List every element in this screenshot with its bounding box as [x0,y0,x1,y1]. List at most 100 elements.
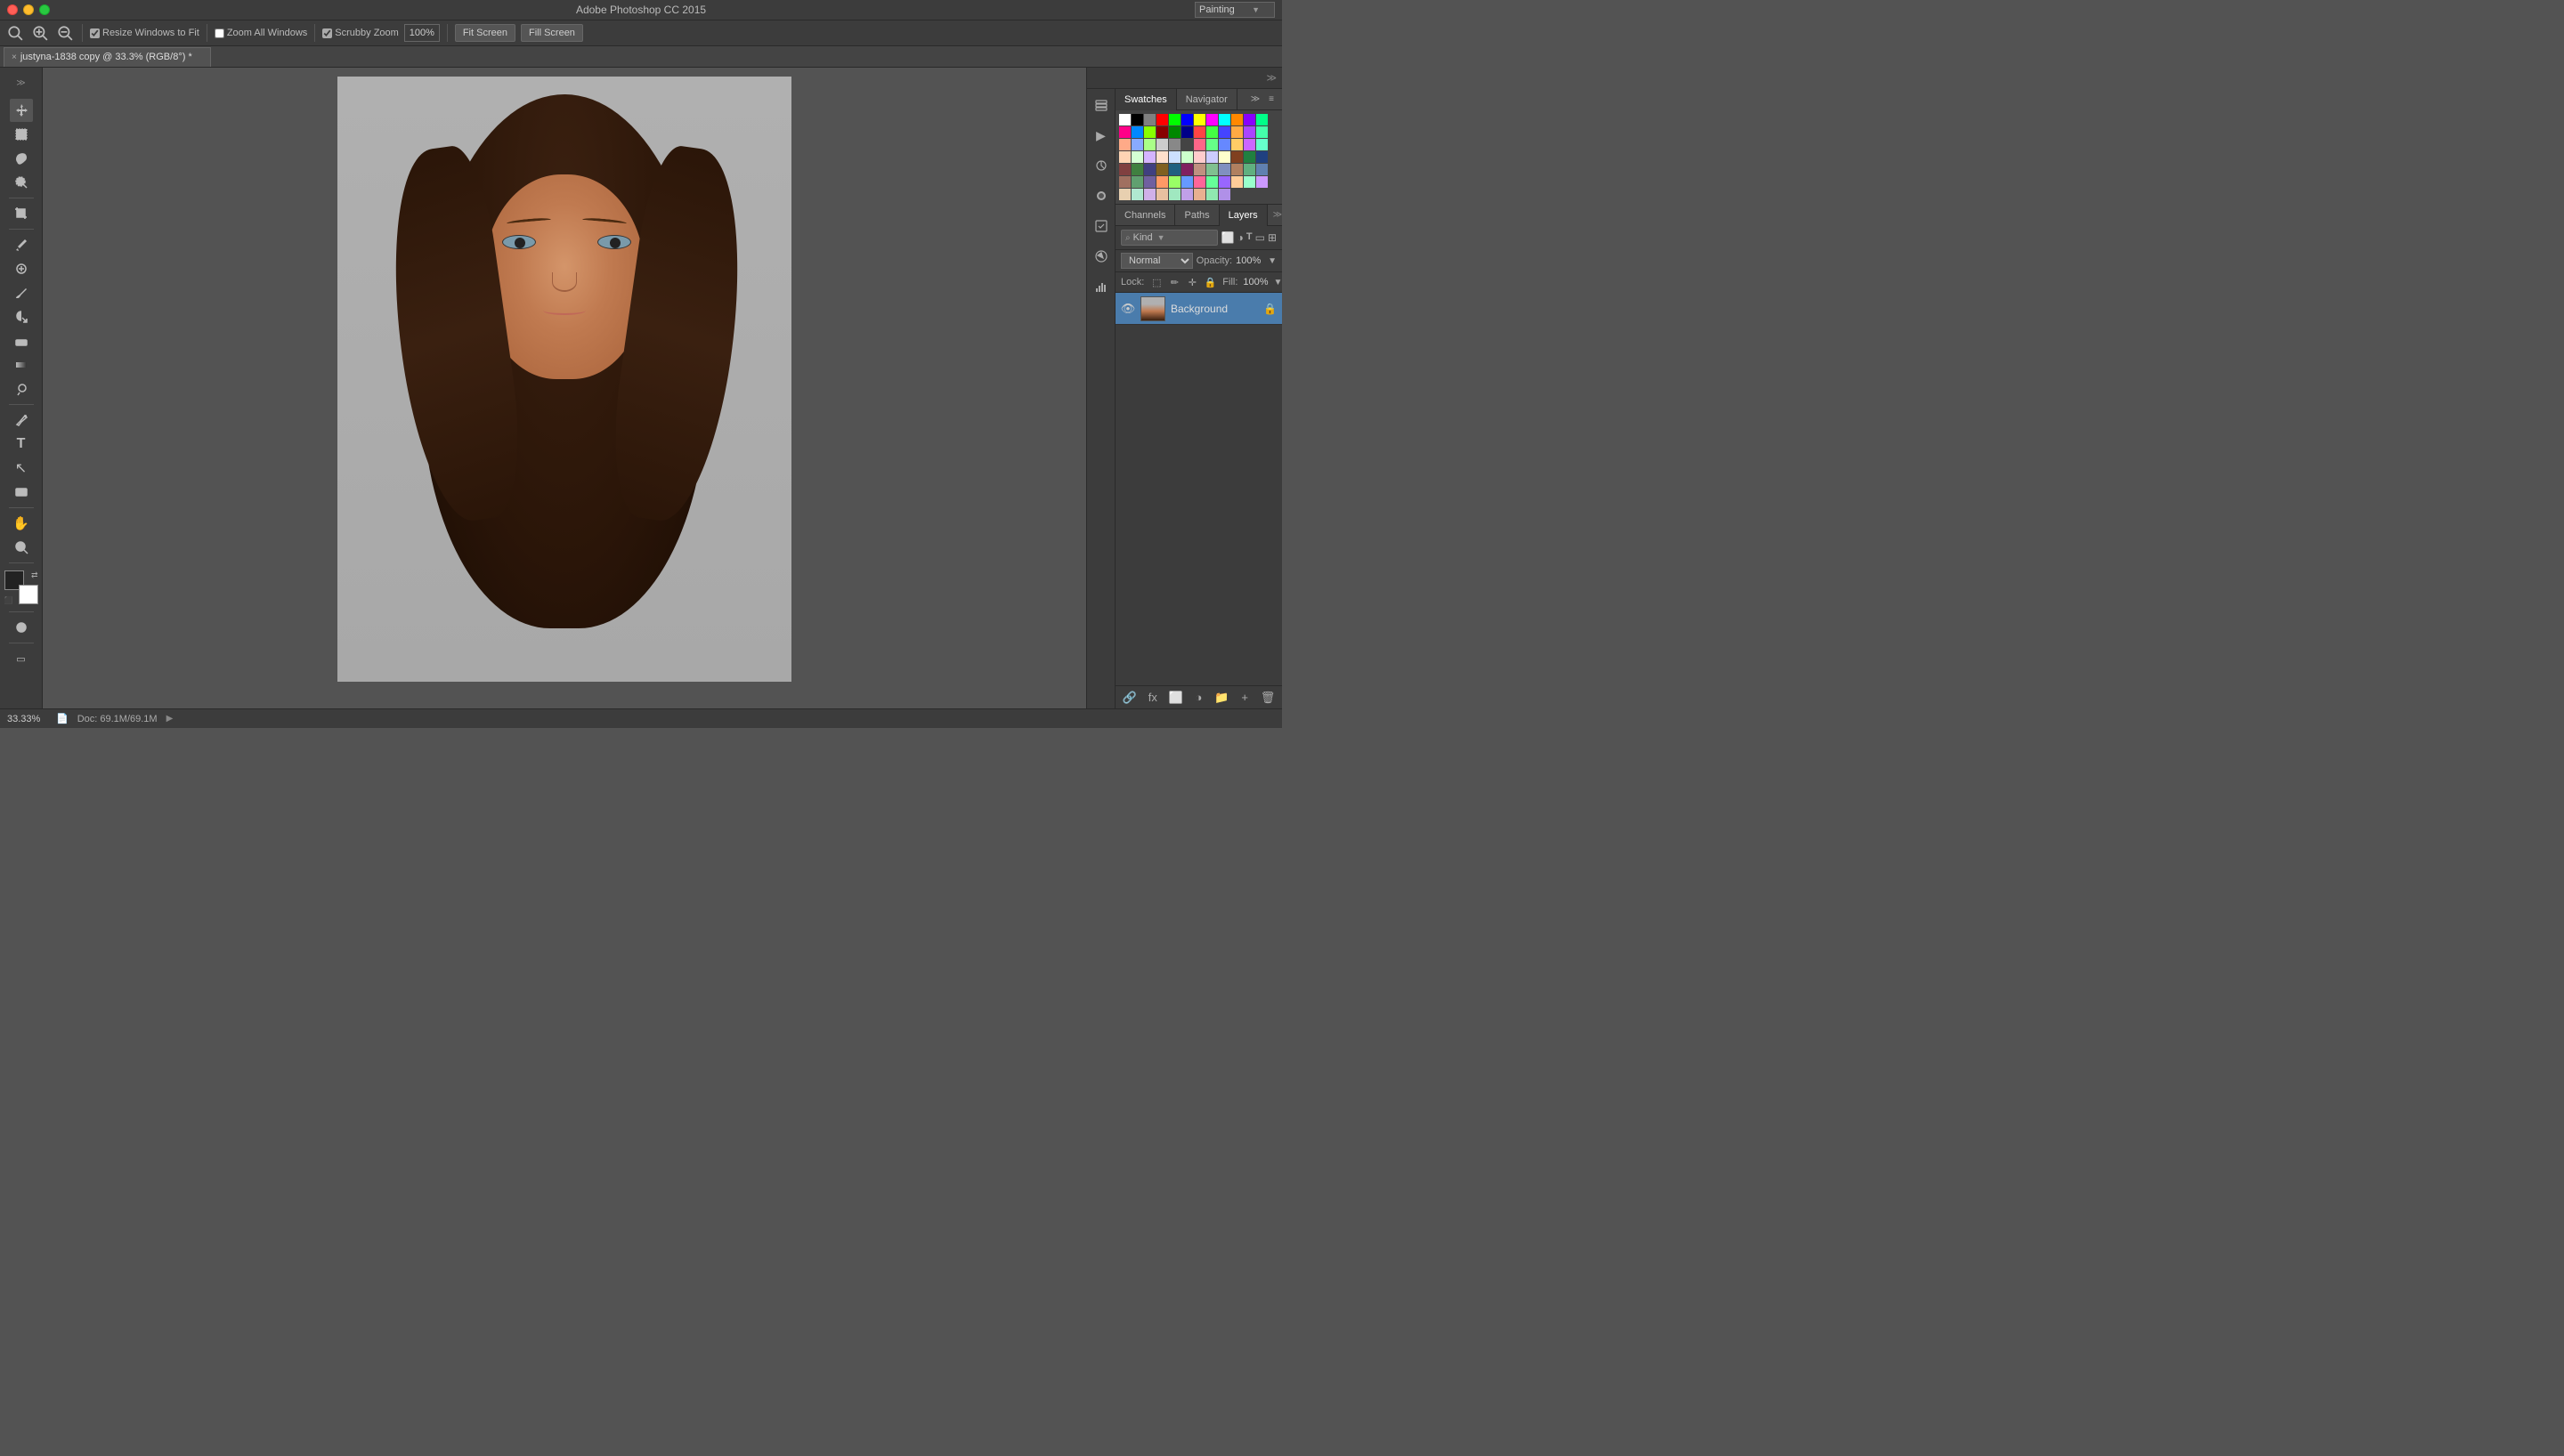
swatch[interactable] [1219,114,1230,125]
swatch[interactable] [1181,176,1193,188]
swatch[interactable] [1256,114,1268,125]
swatch[interactable] [1132,139,1143,150]
status-arrow-btn[interactable]: ▶ [166,714,174,724]
tool-pen[interactable] [10,408,33,432]
swatch[interactable] [1219,139,1230,150]
new-adjustment-btn[interactable]: ◑ [1191,691,1205,705]
tool-zoom[interactable] [10,536,33,559]
opacity-arrow[interactable]: ▼ [1268,256,1277,266]
swatch[interactable] [1206,139,1218,150]
panel-collapse-btn[interactable]: ≫ [1264,70,1278,85]
canvas-area[interactable] [43,68,1086,708]
swatch[interactable] [1231,139,1243,150]
swatch[interactable] [1231,114,1243,125]
panel-icon-styles[interactable] [1090,184,1113,207]
swatch[interactable] [1244,114,1255,125]
swatch[interactable] [1132,126,1143,138]
swatch[interactable] [1181,164,1193,175]
swatch[interactable] [1132,189,1143,200]
swatch[interactable] [1119,126,1131,138]
swatch[interactable] [1206,189,1218,200]
swatch[interactable] [1219,151,1230,163]
zoom-percent-input[interactable]: 100% [404,24,440,42]
layers-filter-box[interactable]: ⌕ Kind ▼ [1121,230,1218,246]
swatch[interactable] [1144,126,1156,138]
swatch[interactable] [1219,126,1230,138]
swatch[interactable] [1181,126,1193,138]
swatch[interactable] [1194,189,1205,200]
swatch[interactable] [1219,189,1230,200]
swatch[interactable] [1132,176,1143,188]
swatch[interactable] [1156,164,1168,175]
close-button[interactable] [7,4,18,15]
lock-all-btn[interactable]: 🔒 [1203,275,1217,289]
swatch[interactable] [1219,176,1230,188]
swatch[interactable] [1181,189,1193,200]
fill-arrow[interactable]: ▼ [1274,278,1282,287]
swatches-menu-btn[interactable]: ≡ [1264,93,1278,107]
swatch[interactable] [1169,164,1181,175]
panel-icon-timeline[interactable] [1090,245,1113,268]
layer-visibility-btn[interactable]: 👁 [1121,302,1135,316]
doc-tab-close-x[interactable]: × [12,53,17,62]
swatch[interactable] [1132,164,1143,175]
panel-icon-histogram[interactable] [1090,275,1113,298]
swatch[interactable] [1244,164,1255,175]
tool-lasso[interactable] [10,147,33,170]
color-reset-icon[interactable]: ⬛ [4,596,13,604]
layers-collapse-btn[interactable]: ≫ [1273,210,1282,220]
swatch[interactable] [1181,139,1193,150]
swatch[interactable] [1119,151,1131,163]
filter-smartobject-icon[interactable]: ⊞ [1268,231,1277,244]
swatch[interactable] [1194,151,1205,163]
lock-image-btn[interactable]: ✏ [1167,275,1181,289]
tool-clone[interactable] [10,305,33,328]
swatch[interactable] [1206,114,1218,125]
swatch[interactable] [1231,164,1243,175]
zoom-in-icon[interactable] [30,23,50,43]
color-swap-icon[interactable]: ⇄ [31,570,38,580]
tab-paths[interactable]: Paths [1175,205,1219,226]
workspace-dropdown[interactable]: Painting ▼ [1195,2,1275,18]
swatch[interactable] [1206,126,1218,138]
swatch[interactable] [1144,114,1156,125]
status-doc-icon[interactable]: 📄 [56,713,69,724]
swatch[interactable] [1244,151,1255,163]
blend-mode-select[interactable]: Normal [1121,253,1193,269]
swatch[interactable] [1256,164,1268,175]
tool-text[interactable]: T [10,433,33,456]
layer-item-background[interactable]: 👁 Background 🔒 [1116,293,1282,325]
new-group-btn[interactable]: 📁 [1214,691,1229,705]
swatch[interactable] [1144,139,1156,150]
swatch[interactable] [1156,139,1168,150]
swatch[interactable] [1244,176,1255,188]
swatch[interactable] [1156,126,1168,138]
swatch[interactable] [1144,189,1156,200]
swatch[interactable] [1169,189,1181,200]
tab-navigator[interactable]: Navigator [1177,89,1237,110]
delete-layer-btn[interactable]: 🗑 [1261,691,1275,705]
panel-icon-forward[interactable]: ▶ [1090,124,1113,147]
tool-shape[interactable] [10,481,33,504]
panel-icon-adjustments2[interactable] [1090,214,1113,238]
tool-brush[interactable] [10,281,33,304]
tab-swatches[interactable]: Swatches [1116,89,1177,110]
swatch[interactable] [1132,114,1143,125]
swatch[interactable] [1206,151,1218,163]
tool-quick-select[interactable] [10,171,33,194]
filter-pixel-icon[interactable]: ⬜ [1221,231,1235,244]
filter-type-icon[interactable]: T [1246,231,1253,244]
swatch[interactable] [1169,139,1181,150]
swatch[interactable] [1156,176,1168,188]
zoom-all-windows-checkbox[interactable]: Zoom All Windows [215,28,307,38]
link-layers-btn[interactable]: 🔗 [1123,691,1137,705]
background-color[interactable] [19,585,38,604]
swatch[interactable] [1256,151,1268,163]
tool-mode[interactable] [10,616,33,639]
tool-marquee[interactable] [10,123,33,146]
tool-hand[interactable]: ✋ [10,512,33,535]
tool-eraser[interactable] [10,329,33,352]
swatch[interactable] [1132,151,1143,163]
swatch[interactable] [1169,176,1181,188]
lock-position-btn[interactable]: ✛ [1185,275,1199,289]
